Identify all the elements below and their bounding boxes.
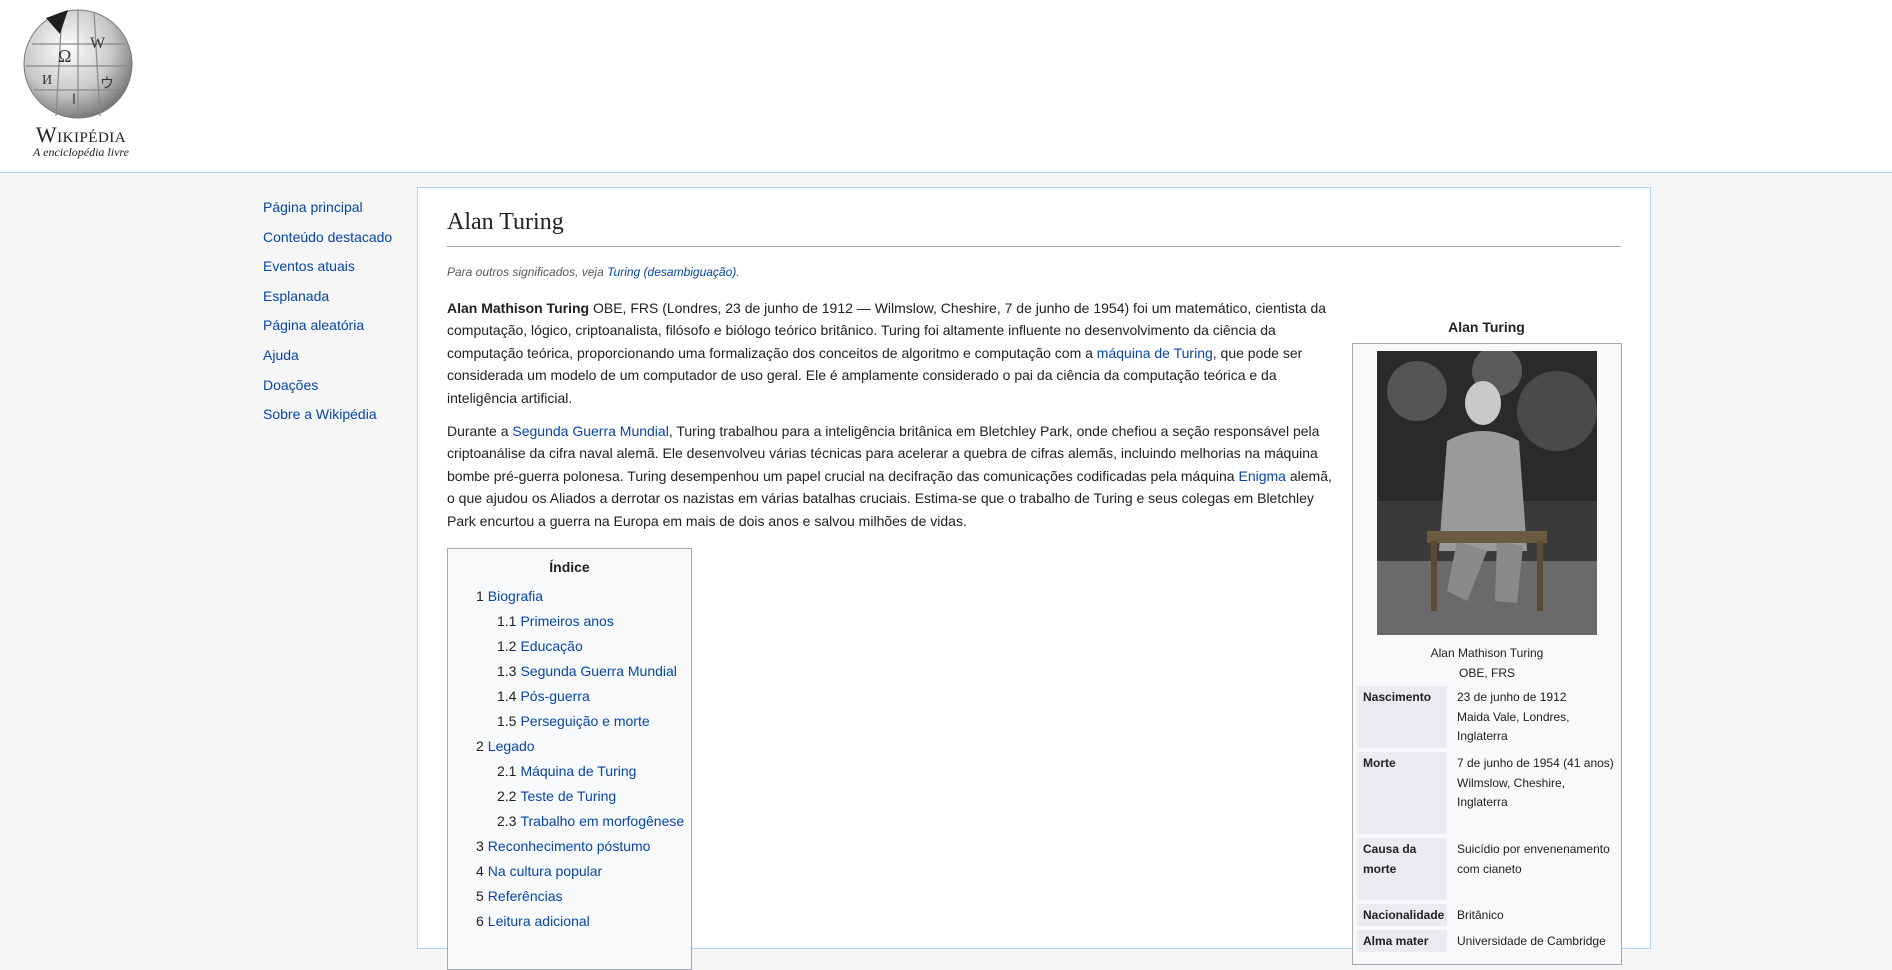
infobox-row-birth: Nascimento 23 de junho de 1912 Maida Val… bbox=[1357, 686, 1619, 748]
toc-number: 5 bbox=[476, 888, 484, 904]
sidebar-item-village-pump[interactable]: Esplanada bbox=[263, 287, 413, 305]
toc-link[interactable]: Pós-guerra bbox=[520, 688, 589, 704]
toc-item[interactable]: 2.1 Máquina de Turing bbox=[497, 762, 684, 787]
toc-item[interactable]: 1.2 Educação bbox=[497, 637, 684, 662]
infobox-label: Nacionalidade bbox=[1357, 904, 1447, 926]
sidebar-item-donations[interactable]: Doações bbox=[263, 376, 413, 394]
sidebar-item-current-events[interactable]: Eventos atuais bbox=[263, 257, 413, 275]
infobox-value: Britânico bbox=[1457, 908, 1504, 922]
subject-name: Alan Mathison Turing bbox=[447, 300, 590, 316]
toc-number: 6 bbox=[476, 913, 484, 929]
caption-honours: OBE, FRS bbox=[1458, 665, 1515, 680]
toc-item[interactable]: 1.3 Segunda Guerra Mundial bbox=[497, 662, 684, 687]
toc-link[interactable]: Segunda Guerra Mundial bbox=[520, 663, 676, 679]
infobox: Alan Turing Alan Mathison Turing OBE, FR… bbox=[1352, 317, 1622, 965]
infobox-value: 23 de junho de 1912 Maida Vale, Londres,… bbox=[1457, 690, 1570, 743]
toc-number: 1.2 bbox=[497, 638, 517, 654]
toc-item[interactable]: 1 Biografia bbox=[476, 587, 684, 612]
toc-number: 1.3 bbox=[497, 663, 517, 679]
infobox-label: Morte bbox=[1357, 752, 1447, 834]
svg-text:ا: ا bbox=[72, 93, 76, 108]
toc-link[interactable]: Referências bbox=[488, 888, 563, 904]
sidebar-navigation: Página principal Conteúdo destacado Even… bbox=[263, 198, 413, 435]
hatnote-prefix: Para outros significados, veja bbox=[447, 265, 608, 279]
war-paragraph: Durante a Segunda Guerra Mundial, Turing… bbox=[447, 420, 1337, 532]
toc-link[interactable]: Perseguição e morte bbox=[520, 713, 649, 729]
portrait-photo bbox=[1377, 351, 1597, 635]
svg-text:И: И bbox=[42, 73, 52, 88]
infobox-label: Nascimento bbox=[1357, 686, 1447, 748]
toc-link[interactable]: Biografia bbox=[488, 588, 543, 604]
toc-number: 2.3 bbox=[497, 813, 517, 829]
toc-item[interactable]: 1.5 Perseguição e morte bbox=[497, 712, 684, 737]
sidebar-item-help[interactable]: Ajuda bbox=[263, 346, 413, 364]
infobox-label: Causa da morte bbox=[1357, 838, 1447, 900]
hatnote: Para outros significados, veja Turing (d… bbox=[447, 265, 740, 279]
table-of-contents: Índice 1 Biografia 1.1 Primeiros anos 1.2 Edu… bbox=[447, 548, 692, 970]
toc-number: 3 bbox=[476, 838, 484, 854]
turing-machine-link[interactable]: máquina de Turing bbox=[1097, 345, 1213, 361]
toc-number: 1.5 bbox=[497, 713, 517, 729]
toc-item[interactable]: 3 Reconhecimento póstumo bbox=[476, 837, 684, 862]
infobox-row-nationality: Nacionalidade Britânico bbox=[1357, 904, 1619, 926]
wwii-link[interactable]: Segunda Guerra Mundial bbox=[512, 423, 668, 439]
toc-item[interactable]: 2.2 Teste de Turing bbox=[497, 787, 684, 812]
toc-link[interactable]: Máquina de Turing bbox=[520, 763, 636, 779]
svg-text:ウ: ウ bbox=[100, 76, 114, 92]
page-title: Alan Turing bbox=[447, 207, 1621, 247]
sidebar-item-random[interactable]: Página aleatória bbox=[263, 316, 413, 334]
toc-link[interactable]: Primeiros anos bbox=[520, 613, 613, 629]
infobox-value: 7 de junho de 1954 (41 anos) Wilmslow, C… bbox=[1457, 756, 1614, 809]
caption-name: Alan Mathison Turing bbox=[1430, 646, 1544, 660]
infobox-row-cause-of-death: Causa da morte Suicídio por envenenament… bbox=[1357, 838, 1619, 900]
toc-number: 2.1 bbox=[497, 763, 517, 779]
infobox-value: Suicídio por envenenamento com cianeto bbox=[1457, 842, 1610, 876]
toc-number: 2 bbox=[476, 738, 484, 754]
intro-paragraph: Alan Mathison Turing OBE, FRS (Londres, … bbox=[447, 297, 1337, 409]
svg-text:Ω: Ω bbox=[58, 46, 71, 66]
sidebar-item-main-page[interactable]: Página principal bbox=[263, 198, 413, 216]
toc-number: 1.1 bbox=[497, 613, 517, 629]
toc-item[interactable]: 5 Referências bbox=[476, 887, 684, 912]
toc-number: 2.2 bbox=[497, 788, 517, 804]
wikipedia-logo[interactable]: Ω W И ウ ا Wikipédia A enciclopédia livre bbox=[12, 4, 142, 159]
toc-link[interactable]: Leitura adicional bbox=[488, 913, 590, 929]
toc-number: 1.4 bbox=[497, 688, 517, 704]
toc-title: Índice bbox=[549, 559, 590, 575]
toc-link[interactable]: Na cultura popular bbox=[488, 863, 602, 879]
toc-link[interactable]: Legado bbox=[488, 738, 535, 754]
infobox-row-alma-mater: Alma mater Universidade de Cambridge bbox=[1357, 930, 1619, 952]
toc-number: 4 bbox=[476, 863, 484, 879]
paragraph-text: Durante a bbox=[447, 423, 513, 439]
toc-link[interactable]: Teste de Turing bbox=[520, 788, 616, 804]
toc-link[interactable]: Educação bbox=[520, 638, 582, 654]
portrait-caption: Alan Mathison Turing OBE, FRS bbox=[1353, 644, 1621, 683]
toc-item[interactable]: 2.3 Trabalho em morfogênese bbox=[497, 812, 684, 837]
toc-link[interactable]: Reconhecimento póstumo bbox=[488, 838, 651, 854]
infobox-body: Alan Mathison Turing OBE, FRS Nascimento… bbox=[1352, 343, 1622, 965]
svg-text:W: W bbox=[90, 35, 106, 52]
toc-list: 1 Biografia 1.1 Primeiros anos 1.2 Educação 1.… bbox=[476, 587, 684, 937]
logo-tagline: A enciclopédia livre bbox=[33, 145, 129, 159]
infobox-title: Alan Turing bbox=[1448, 319, 1525, 335]
hatnote-suffix: . bbox=[736, 265, 740, 279]
toc-item[interactable]: 2 Legado bbox=[476, 737, 684, 762]
toc-item[interactable]: 1.1 Primeiros anos bbox=[497, 612, 684, 637]
page-header bbox=[0, 0, 1892, 173]
sidebar-item-about[interactable]: Sobre a Wikipédia bbox=[263, 405, 413, 423]
toc-item[interactable]: 1.4 Pós-guerra bbox=[497, 687, 684, 712]
disambiguation-link[interactable]: Turing (desambiguação) bbox=[607, 265, 736, 279]
sidebar-item-featured[interactable]: Conteúdo destacado bbox=[263, 228, 413, 246]
infobox-label: Alma mater bbox=[1357, 930, 1447, 952]
portrait-image[interactable] bbox=[1377, 351, 1597, 635]
toc-item[interactable]: 4 Na cultura popular bbox=[476, 862, 684, 887]
article-content: Alan Turing Para outros significados, ve… bbox=[417, 187, 1651, 970]
toc-item[interactable]: 6 Leitura adicional bbox=[476, 912, 684, 937]
enigma-link[interactable]: Enigma bbox=[1238, 468, 1285, 484]
toc-number: 1 bbox=[476, 588, 484, 604]
infobox-row-death: Morte 7 de junho de 1954 (41 anos) Wilms… bbox=[1357, 752, 1619, 834]
toc-link[interactable]: Trabalho em morfogênese bbox=[520, 813, 684, 829]
